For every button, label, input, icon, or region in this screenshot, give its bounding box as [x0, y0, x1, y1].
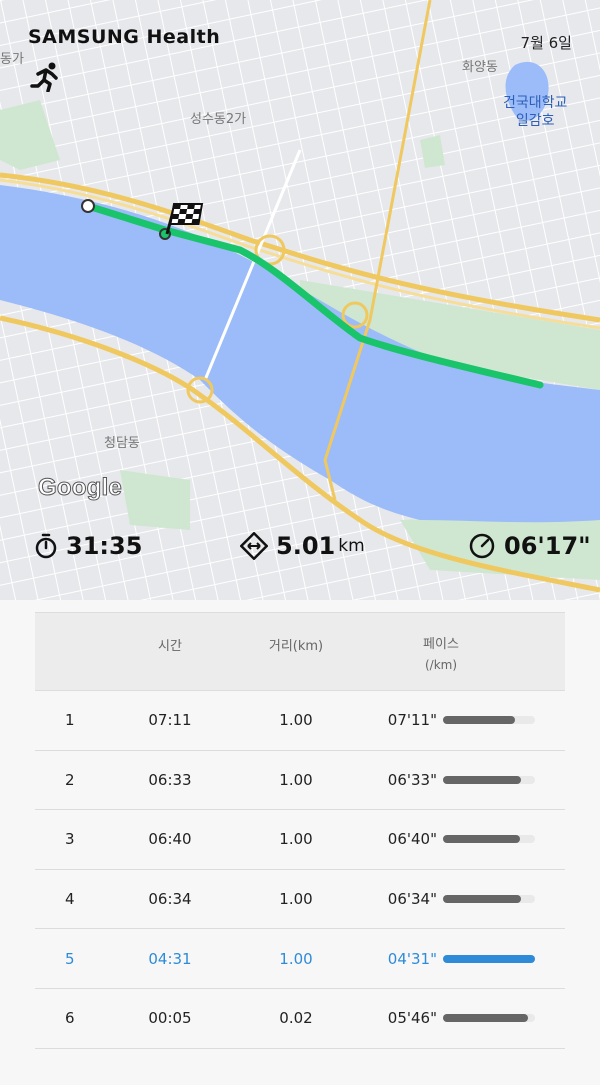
- table-body: 1 07:11 1.00 07'11" 2 06:33 1.00 06'33" 3 06:40 1.…: [35, 691, 565, 1049]
- speedometer-icon: [469, 533, 495, 559]
- split-pace: 07'11": [387, 711, 437, 730]
- table-row[interactable]: 3 06:40 1.00 06'40": [35, 810, 565, 870]
- split-distance: 1.00: [279, 711, 313, 730]
- brand-logo: SAMSUNG Health: [28, 26, 221, 48]
- split-time: 06:34: [148, 890, 192, 909]
- pace-bar: [443, 954, 535, 963]
- split-index: 3: [65, 830, 75, 849]
- header-distance: 거리(km): [268, 639, 324, 654]
- pace-bar: [443, 835, 535, 844]
- table-row[interactable]: 4 06:34 1.00 06'34": [35, 870, 565, 930]
- table-row[interactable]: 2 06:33 1.00 06'33": [35, 751, 565, 811]
- distance-icon: [240, 532, 268, 560]
- start-marker: [81, 199, 95, 213]
- distance-unit: km: [338, 536, 365, 556]
- split-time: 06:33: [148, 770, 192, 789]
- map-canvas: [0, 0, 600, 600]
- map-label-district: 성수동2가: [190, 112, 247, 127]
- split-index: 6: [65, 1009, 75, 1028]
- map-label-lake: 건국대학교 일감호: [503, 95, 568, 129]
- pace-bar-fill: [443, 954, 535, 963]
- summary-bar: 31:35 5.01 km 06'17": [0, 532, 600, 572]
- split-distance: 1.00: [279, 770, 313, 789]
- split-distance: 1.00: [279, 949, 313, 968]
- pace-bar-fill: [443, 895, 522, 904]
- splits-table: 시간 거리(km) 페이스 (/km) 1 07:11 1.00 07'11" 2 06:…: [35, 612, 565, 1049]
- pace-bar: [443, 775, 535, 784]
- split-index: 5: [65, 949, 75, 968]
- workout-date: 7월 6일: [520, 34, 572, 52]
- pace-value: 06'17": [504, 532, 591, 560]
- split-time: 04:31: [148, 949, 192, 968]
- stopwatch-icon: [35, 533, 57, 559]
- split-index: 1: [65, 711, 75, 730]
- pace-bar-fill: [443, 835, 521, 844]
- map-label-district: 화양동: [462, 60, 498, 75]
- table-row[interactable]: 1 07:11 1.00 07'11": [35, 691, 565, 751]
- split-time: 00:05: [148, 1009, 192, 1028]
- pace-bar-fill: [443, 775, 522, 784]
- route-map[interactable]: SAMSUNG Health 7월 6일 화양동 청담동 성수동2가 동가 건국…: [0, 0, 600, 600]
- header-time: 시간: [158, 639, 182, 654]
- pace-bar: [443, 716, 535, 725]
- duration-value: 31:35: [66, 532, 143, 560]
- pace-bar: [443, 895, 535, 904]
- pace-bar: [443, 1014, 535, 1023]
- pace-bar-fill: [443, 716, 515, 725]
- table-header: 시간 거리(km) 페이스 (/km): [35, 612, 565, 691]
- google-logo: Google: [38, 474, 123, 502]
- split-pace: 05'46": [387, 1009, 437, 1028]
- header-pace: 페이스 (/km): [423, 637, 459, 672]
- duration-stat: 31:35: [34, 532, 142, 560]
- split-distance: 1.00: [279, 890, 313, 909]
- split-pace: 06'40": [387, 830, 437, 849]
- running-icon: [30, 62, 58, 92]
- split-distance: 1.00: [279, 830, 313, 849]
- split-index: 4: [65, 890, 75, 909]
- split-time: 07:11: [148, 711, 192, 730]
- split-time: 06:40: [148, 830, 192, 849]
- split-pace: 06'33": [387, 770, 437, 789]
- distance-value: 5.01: [276, 532, 336, 560]
- split-distance: 0.02: [279, 1009, 313, 1028]
- split-pace: 04'31": [387, 949, 437, 968]
- distance-stat: 5.01 km: [240, 532, 365, 560]
- map-label-district: 청담동: [104, 436, 140, 451]
- split-index: 2: [65, 770, 75, 789]
- pace-bar-fill: [443, 1014, 528, 1023]
- pace-stat: 06'17": [468, 532, 591, 560]
- map-label-district: 동가: [0, 52, 24, 67]
- table-row[interactable]: 6 00:05 0.02 05'46": [35, 989, 565, 1049]
- table-row[interactable]: 5 04:31 1.00 04'31": [35, 929, 565, 989]
- split-pace: 06'34": [387, 890, 437, 909]
